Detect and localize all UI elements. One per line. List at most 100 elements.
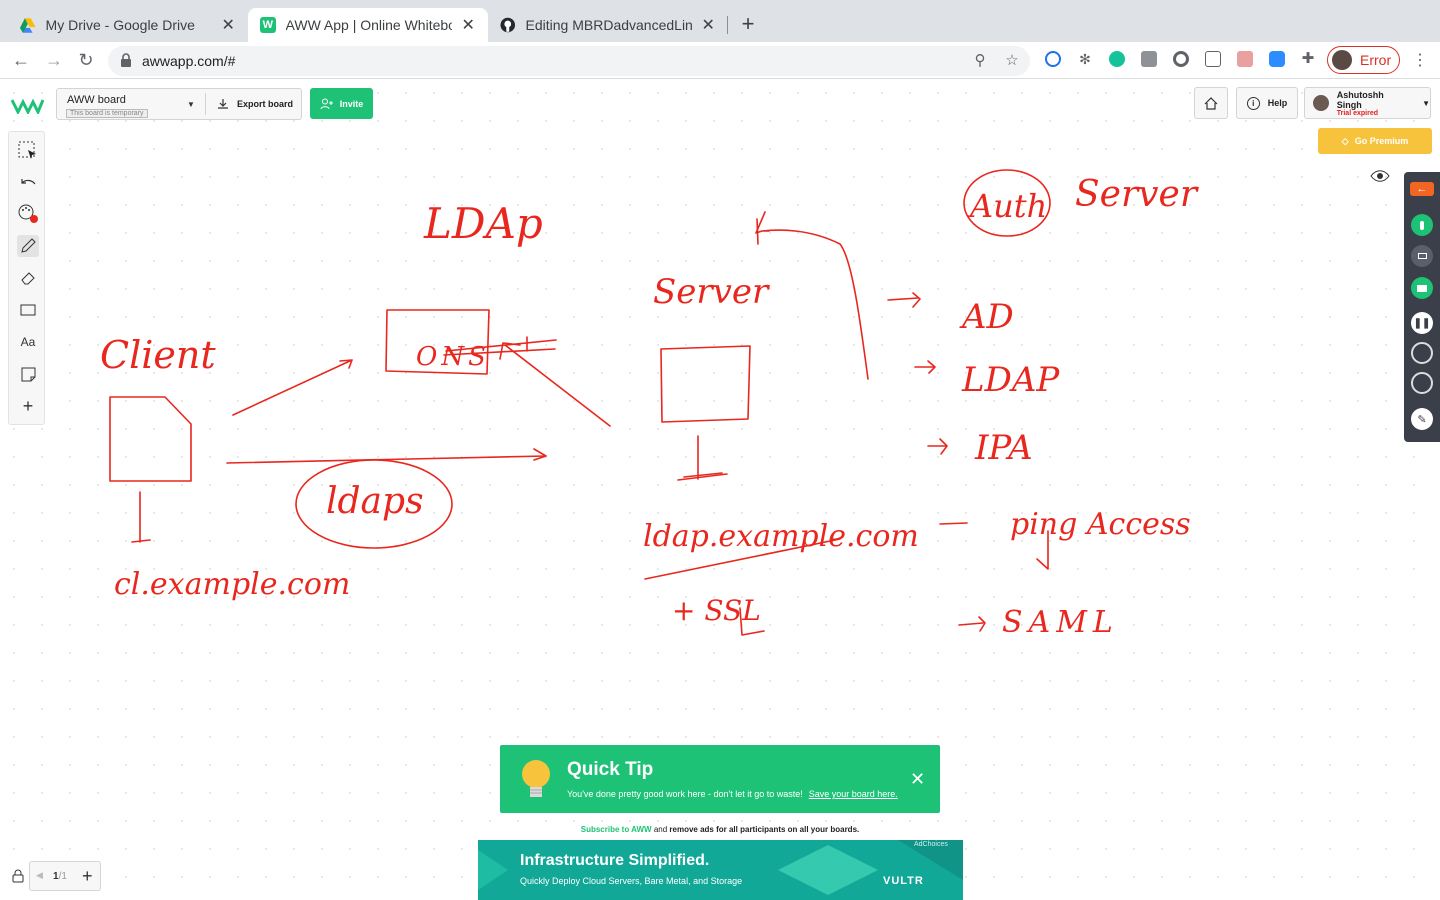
color-tool[interactable] xyxy=(17,203,39,225)
microphone-icon[interactable] xyxy=(1411,214,1433,236)
zoom-video-icon[interactable] xyxy=(1269,51,1285,67)
board-menu: AWW board This board is temporary ▼ Expo… xyxy=(56,88,302,120)
ink-word-ping: ping Access xyxy=(1010,507,1191,542)
mouse-icon[interactable] xyxy=(1411,342,1433,364)
extension-icon[interactable] xyxy=(1173,51,1189,67)
video-camera-icon[interactable] xyxy=(1411,245,1433,267)
add-user-icon xyxy=(320,98,333,109)
tab-google-drive[interactable]: My Drive - Google Drive ✕ xyxy=(8,8,248,42)
extension-icon[interactable] xyxy=(1237,51,1253,67)
google-drive-icon xyxy=(20,18,36,33)
pause-icon[interactable]: ❚❚ xyxy=(1411,312,1433,334)
divider xyxy=(205,93,206,115)
grammarly-icon[interactable] xyxy=(1109,51,1125,67)
tip-body: You've done pretty good work here - don'… xyxy=(567,789,898,799)
present-icon[interactable] xyxy=(1411,372,1433,394)
profile-error-button[interactable]: Error xyxy=(1327,46,1400,74)
ink-word-saml: SAML xyxy=(1002,605,1119,640)
ink-word-ssl: + SSL xyxy=(672,594,761,627)
chevron-down-icon[interactable]: ▼ xyxy=(187,100,195,109)
extension-icon[interactable] xyxy=(1045,51,1061,67)
palette-icon xyxy=(18,204,38,223)
quick-tip-banner: Quick Tip You've done pretty good work h… xyxy=(500,745,940,813)
ink-word-ons: ONS xyxy=(416,342,490,372)
ad-graphic xyxy=(478,840,963,900)
extension-icon[interactable] xyxy=(1141,51,1157,67)
board-temporary-note: This board is temporary xyxy=(66,109,148,118)
go-premium-button[interactable]: ◇ Go Premium xyxy=(1318,128,1432,154)
bookmark-star-icon[interactable]: ☆ xyxy=(1004,53,1020,69)
help-button[interactable]: i Help xyxy=(1236,87,1298,119)
invite-label: Invite xyxy=(339,98,364,109)
avatar xyxy=(1332,50,1352,70)
ink-word-auth-server: Server xyxy=(1075,174,1199,215)
shape-tool[interactable] xyxy=(17,299,39,321)
text-tool[interactable]: Aa xyxy=(17,331,39,353)
forward-icon[interactable]: → xyxy=(42,48,66,72)
eraser-tool[interactable] xyxy=(17,267,39,289)
board-name[interactable]: AWW board xyxy=(67,94,126,106)
invite-button[interactable]: Invite xyxy=(310,88,373,119)
lock-icon xyxy=(121,53,131,67)
address-bar[interactable]: awwapp.com/# ⚲ ☆ xyxy=(108,46,1030,76)
tab-aww-app[interactable]: W AWW App | Online Whiteboard ✕ xyxy=(248,8,488,42)
eraser-icon xyxy=(21,272,35,285)
zoom-icon[interactable]: ⚲ xyxy=(972,53,988,69)
screen-share-icon[interactable] xyxy=(1411,277,1433,299)
info-icon: i xyxy=(1246,96,1260,110)
previous-page-icon[interactable]: ◀ xyxy=(36,870,43,881)
note-icon xyxy=(21,367,35,381)
menu-icon[interactable]: ⋮ xyxy=(1412,50,1428,70)
select-tool[interactable] xyxy=(17,140,39,162)
ink-word-ldaps: ldaps xyxy=(326,481,424,522)
collapse-arrow-icon[interactable]: ← xyxy=(1410,182,1434,196)
download-icon[interactable] xyxy=(217,98,229,110)
diamond-icon: ◇ xyxy=(1341,135,1349,146)
pen-tool[interactable] xyxy=(17,235,39,257)
back-icon[interactable]: ← xyxy=(9,48,33,72)
home-icon xyxy=(1204,96,1218,110)
lock-icon[interactable] xyxy=(12,869,24,883)
extension-icon[interactable] xyxy=(1205,51,1221,67)
sticky-note-tool[interactable] xyxy=(17,363,39,385)
undo-tool[interactable] xyxy=(17,172,39,194)
browser-toolbar: ← → ↻ awwapp.com/# ⚲ ☆ xyxy=(0,42,1440,79)
subscribe-text: remove ads for all participants on all y… xyxy=(669,825,860,834)
page-navigator: ◀ 1/1 + xyxy=(29,861,101,891)
adchoices-label[interactable]: AdChoices xyxy=(914,841,948,848)
subscribe-link[interactable]: Subscribe to AWW xyxy=(581,825,652,834)
add-tool[interactable]: + xyxy=(17,395,39,417)
url-text: awwapp.com/# xyxy=(142,53,236,69)
tab-title: AWW App | Online Whiteboard xyxy=(285,17,453,33)
save-board-link[interactable]: Save your board here. xyxy=(809,789,898,799)
puzzle-icon[interactable]: ✚ xyxy=(1300,51,1316,67)
ink-word-server-host: ldap.example.com xyxy=(643,519,919,554)
tab-github[interactable]: Editing MBRDadvancedLinux/R ✕ xyxy=(488,8,728,42)
reload-icon[interactable]: ↻ xyxy=(74,48,98,72)
close-icon[interactable]: ✕ xyxy=(220,15,236,35)
ink-word-client-host: cl.example.com xyxy=(114,567,350,602)
aww-logo-icon[interactable] xyxy=(10,96,44,114)
tip-text: You've done pretty good work here - don'… xyxy=(567,789,803,799)
page-number: 1/1 xyxy=(53,871,67,882)
avatar xyxy=(1313,95,1329,111)
pencil-icon[interactable]: ✎ xyxy=(1411,408,1433,430)
select-icon xyxy=(18,141,36,159)
user-menu[interactable]: Ashutoshh Singh Trial expired ▼ xyxy=(1304,87,1431,119)
close-icon[interactable]: ✕ xyxy=(700,15,716,35)
ink-word-ldap2: LDAP xyxy=(961,360,1060,400)
add-page-button[interactable]: + xyxy=(82,866,93,887)
close-icon[interactable]: ✕ xyxy=(460,15,476,35)
export-board-button[interactable]: Export board xyxy=(237,99,293,109)
ink-word-ad: AD xyxy=(959,297,1014,337)
new-tab-button[interactable]: + xyxy=(736,12,760,36)
close-icon[interactable]: ✕ xyxy=(910,769,925,790)
tab-strip: My Drive - Google Drive ✕ W AWW App | On… xyxy=(0,0,1440,42)
conference-panel: ← ❚❚ ✎ xyxy=(1404,172,1440,442)
snowflake-icon[interactable]: ✻ xyxy=(1077,51,1093,67)
tip-title: Quick Tip xyxy=(567,759,654,780)
ad-banner[interactable]: AdChoices Infrastructure Simplified. Qui… xyxy=(478,840,963,900)
github-icon xyxy=(500,17,516,33)
home-button[interactable] xyxy=(1194,87,1228,119)
eye-icon[interactable] xyxy=(1368,166,1392,186)
